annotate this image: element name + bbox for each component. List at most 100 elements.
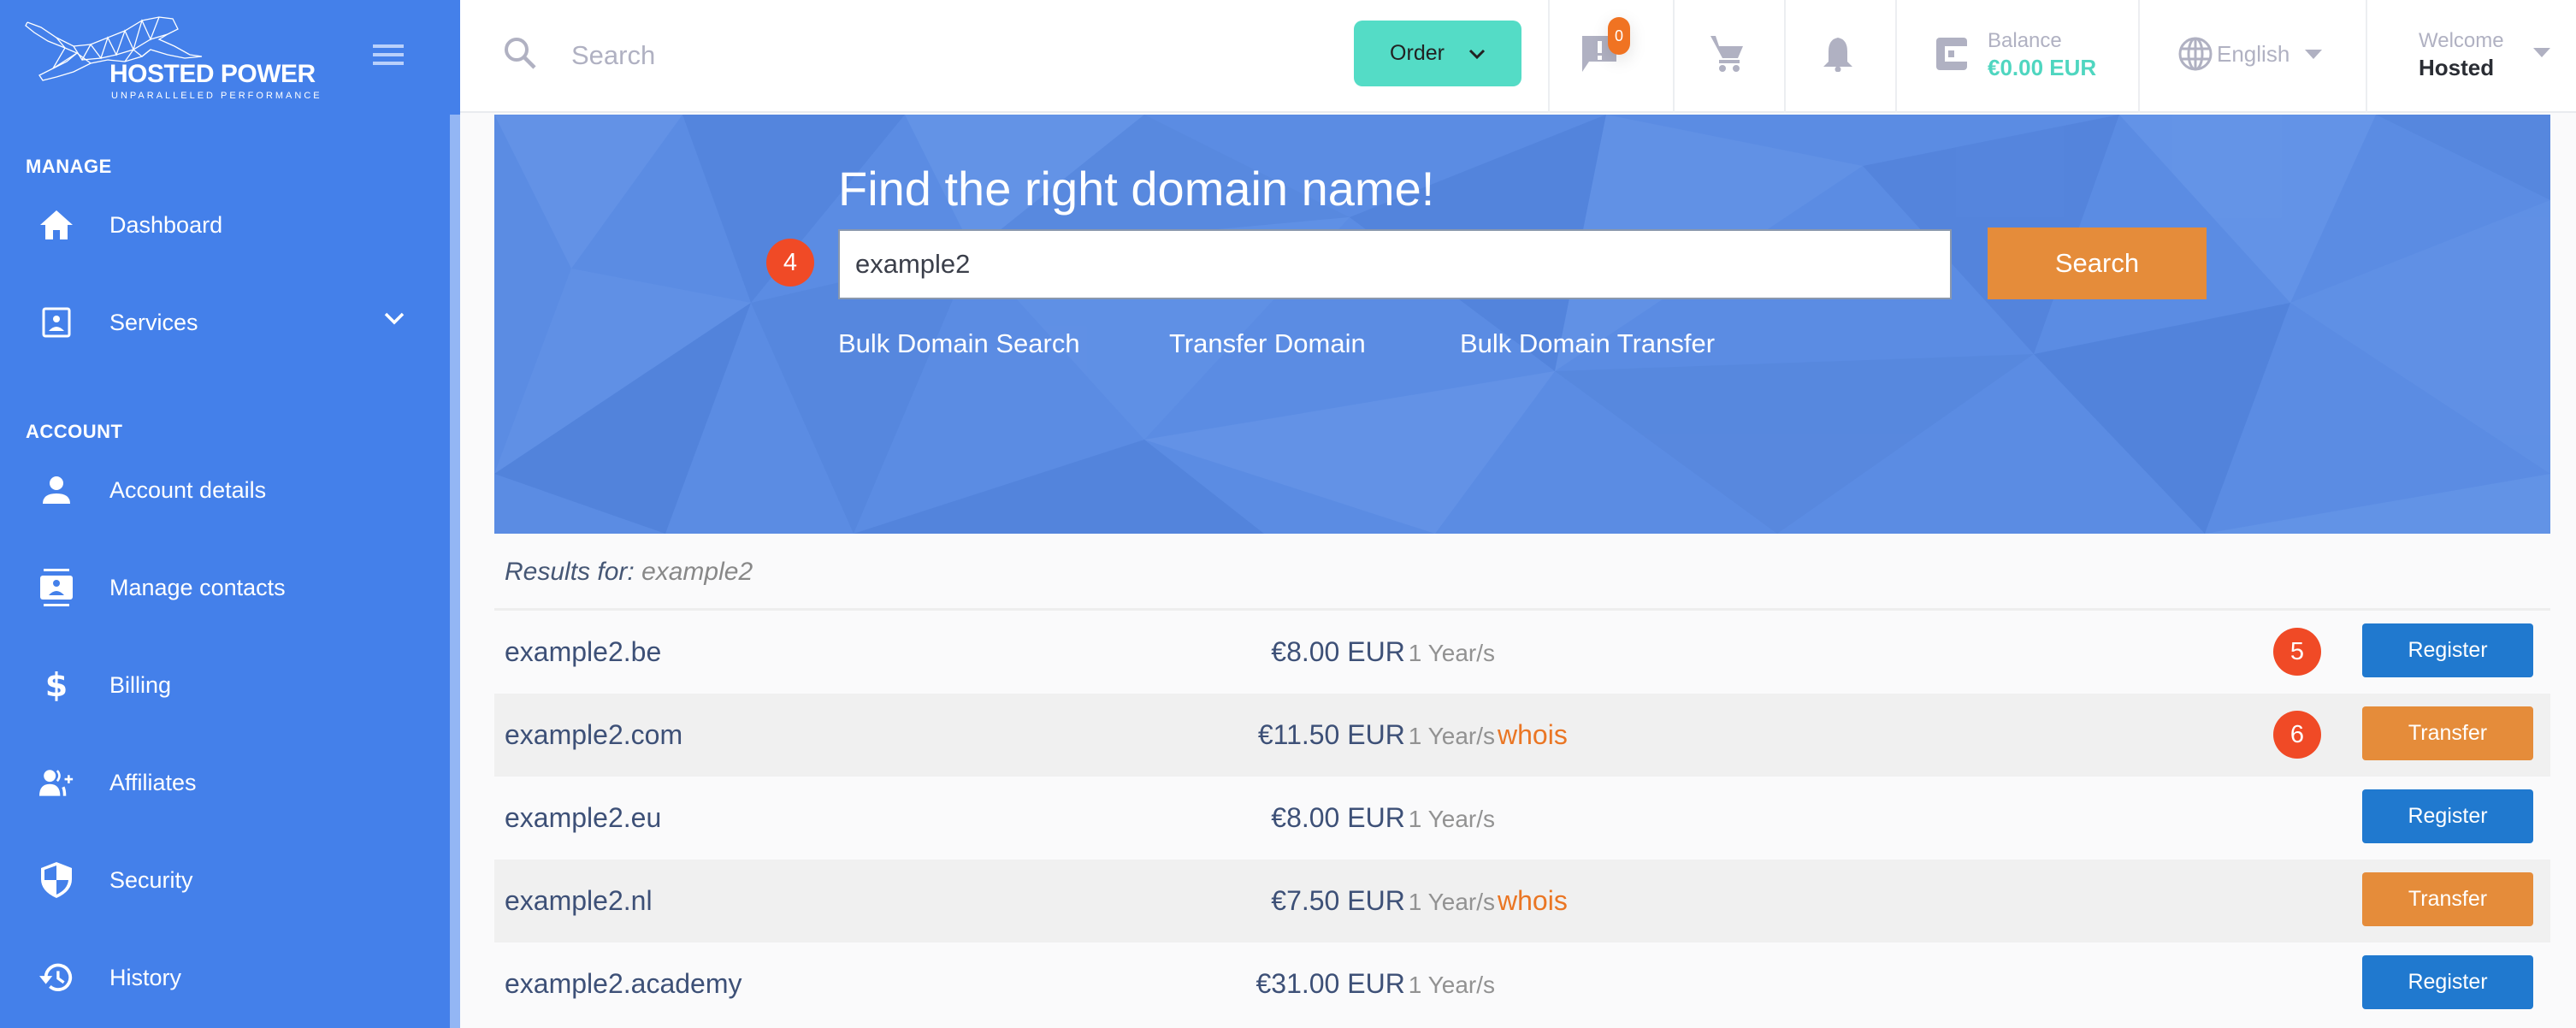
price-period: 1 Year/s — [1408, 640, 1495, 666]
notification-count-badge: 0 — [1608, 17, 1630, 55]
section-label-account: ACCOUNT — [26, 421, 123, 442]
search-icon — [503, 36, 537, 74]
header-divider — [2366, 0, 2367, 113]
sidebar-item-label: Account details — [109, 476, 267, 503]
sidebar-item-services[interactable]: Services — [0, 284, 450, 361]
svg-text:$: $ — [46, 668, 67, 702]
domain-name: example2.be — [505, 636, 662, 667]
sidebar-item-manage-contacts[interactable]: Manage contacts — [0, 549, 450, 626]
history-icon — [39, 960, 74, 995]
price-period: 1 Year/s — [1408, 806, 1495, 832]
welcome-label: Welcome — [2419, 29, 2504, 52]
domain-price: €31.00 EUR 1 Year/s — [1256, 968, 1495, 1000]
wallet-icon — [1936, 38, 1967, 74]
domain-search-hero: Find the right domain name! 4 Search Bul… — [494, 115, 2550, 534]
top-header: Order 0 Balance €0.00 EUR English Welcom… — [460, 0, 2576, 113]
sidebar-item-label: Services — [109, 309, 198, 335]
register-button[interactable]: Register — [2362, 623, 2533, 677]
sidebar-item-billing[interactable]: $ Billing — [0, 647, 450, 724]
balance-value: €0.00 EUR — [1988, 55, 2097, 80]
domain-name: example2.eu — [505, 802, 662, 833]
person-icon — [39, 473, 74, 507]
domain-price: €8.00 EUR 1 Year/s — [1271, 636, 1495, 668]
contacts-icon — [39, 569, 74, 606]
chevron-down-icon[interactable] — [383, 311, 405, 329]
domain-name: example2.academy — [505, 968, 742, 999]
caret-down-icon[interactable] — [2533, 48, 2550, 57]
hamburger-line — [373, 62, 404, 65]
cart-icon[interactable] — [1710, 36, 1746, 76]
hamburger-line — [373, 53, 404, 56]
price-value: €7.50 EUR — [1271, 885, 1405, 916]
transfer-domain-link[interactable]: Transfer Domain — [1169, 328, 1366, 359]
step-badge: 4 — [766, 239, 814, 287]
sidebar-item-account-details[interactable]: Account details — [0, 452, 450, 529]
sidebar-item-label: Dashboard — [109, 211, 223, 238]
lowpoly-background — [494, 115, 2550, 534]
order-label: Order — [1390, 41, 1445, 65]
results-query: example2 — [641, 558, 753, 586]
dollar-icon: $ — [39, 668, 74, 702]
domain-result-row: example2.eu €8.00 EUR 1 Year/s Register — [494, 777, 2550, 860]
domain-price: €7.50 EUR 1 Year/s — [1271, 885, 1495, 917]
transfer-button[interactable]: Transfer — [2362, 706, 2533, 760]
sidebar-item-dashboard[interactable]: Dashboard — [0, 186, 450, 263]
language-label: English — [2217, 40, 2290, 67]
price-value: €11.50 EUR — [1257, 719, 1405, 750]
sidebar: HOSTED POWER UNPARALLELED PERFORMANCE MA… — [0, 0, 460, 1028]
hero-title: Find the right domain name! — [838, 162, 1435, 216]
sidebar-item-label: Affiliates — [109, 769, 197, 795]
bulk-domain-transfer-link[interactable]: Bulk Domain Transfer — [1460, 328, 1715, 359]
sidebar-item-label: History — [109, 964, 182, 990]
sidebar-item-label: Security — [109, 866, 193, 893]
order-dropdown-button[interactable]: Order — [1354, 21, 1521, 86]
step-badge: 6 — [2273, 711, 2321, 759]
register-button[interactable]: Register — [2362, 789, 2533, 843]
header-divider — [1673, 0, 1675, 113]
header-divider — [2138, 0, 2140, 113]
header-divider — [1895, 0, 1897, 113]
sidebar-item-security[interactable]: Security — [0, 842, 450, 919]
balance-label: Balance — [1988, 29, 2062, 52]
domain-result-row: example2.academy €31.00 EUR 1 Year/s Regist… — [494, 942, 2550, 1025]
header-search-input[interactable] — [571, 34, 1084, 77]
globe-icon — [2178, 37, 2213, 71]
sidebar-item-label: Manage contacts — [109, 574, 286, 600]
bulk-domain-search-link[interactable]: Bulk Domain Search — [838, 328, 1080, 359]
domain-result-row: example2.nl whois €7.50 EUR 1 Year/s Transfe… — [494, 860, 2550, 942]
user-menu[interactable]: Welcome Hosted — [2419, 29, 2504, 81]
domain-search-input[interactable] — [838, 229, 1952, 299]
section-label-manage: MANAGE — [26, 156, 112, 177]
domain-result-row: example2.be €8.00 EUR 1 Year/s 5 Register — [494, 611, 2550, 694]
whois-link[interactable]: whois — [1498, 719, 1568, 751]
domain-name: example2.com — [505, 719, 683, 750]
home-icon — [39, 208, 74, 242]
user-name: Hosted — [2419, 55, 2495, 80]
domain-name: example2.nl — [505, 885, 653, 916]
sidebar-item-label: Billing — [109, 671, 172, 698]
hamburger-icon — [373, 44, 404, 48]
sidebar-scrollbar[interactable] — [450, 115, 460, 1028]
shield-icon — [39, 862, 74, 898]
sidebar-item-history[interactable]: History — [0, 939, 450, 1016]
price-period: 1 Year/s — [1408, 972, 1495, 998]
register-button[interactable]: Register — [2362, 955, 2533, 1009]
domain-search-button[interactable]: Search — [1988, 227, 2207, 299]
bell-icon[interactable] — [1823, 36, 1852, 76]
header-divider — [1784, 0, 1786, 113]
sidebar-item-affiliates[interactable]: Affiliates — [0, 744, 450, 821]
transfer-button[interactable]: Transfer — [2362, 872, 2533, 926]
results-heading: Results for: example2 — [505, 558, 753, 587]
language-selector[interactable]: English — [2177, 36, 2323, 72]
chevron-down-icon — [1468, 49, 1486, 59]
whois-link[interactable]: whois — [1498, 885, 1568, 917]
brand-name: HOSTED POWER — [109, 60, 316, 88]
menu-toggle-button[interactable] — [373, 44, 404, 68]
price-value: €8.00 EUR — [1271, 802, 1405, 833]
logo[interactable]: HOSTED POWER UNPARALLELED PERFORMANCE — [22, 12, 330, 103]
balance-display[interactable]: Balance €0.00 EUR — [1988, 29, 2096, 81]
brand-tagline: UNPARALLELED PERFORMANCE — [111, 91, 322, 101]
price-value: €31.00 EUR — [1256, 968, 1405, 999]
results-label: Results for: — [505, 558, 635, 586]
add-user-icon — [39, 765, 74, 800]
